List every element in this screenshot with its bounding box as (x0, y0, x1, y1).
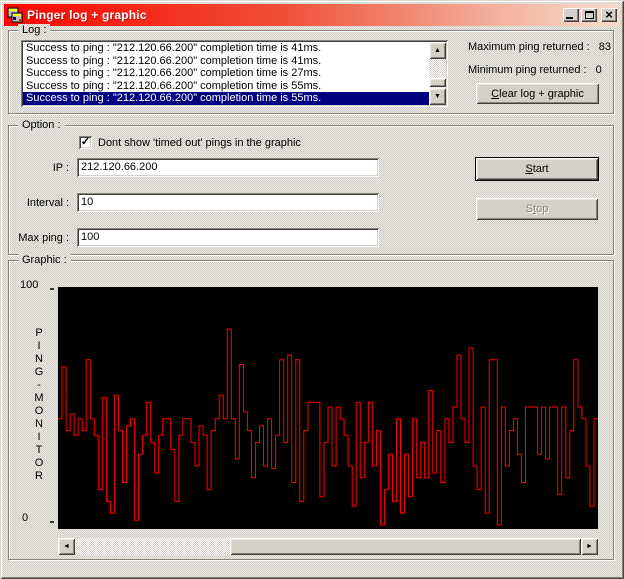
maximize-icon (584, 11, 594, 19)
vertical-label-char: - (37, 379, 41, 391)
log-entry[interactable]: Success to ping : "212.120.66.200" compl… (23, 55, 429, 68)
min-ping-value: 0 (595, 64, 602, 76)
y-axis-max-tick (50, 288, 54, 290)
vertical-label-char: I (37, 431, 41, 443)
log-vertical-scrollbar[interactable]: ▲ ▼ (429, 42, 446, 105)
y-axis-min-label: 0 (22, 512, 29, 524)
minimize-icon (566, 17, 573, 19)
scrollbar-thumb[interactable] (429, 78, 446, 87)
max-ping-row: Maximum ping returned : 83 (468, 41, 611, 53)
min-ping-row: Minimum ping returned : 0 (468, 64, 602, 76)
y-axis-min-tick (50, 521, 54, 523)
app-window: Pinger log + graphic × Log : Success to … (0, 0, 624, 579)
log-listbox[interactable]: Success to ping : "212.120.66.200" compl… (21, 40, 448, 107)
min-ping-label: Minimum ping returned : (468, 64, 587, 76)
stop-button: Stop (476, 198, 598, 220)
log-entry[interactable]: Success to ping : "212.120.66.200" compl… (23, 92, 429, 105)
interval-label: Interval : (26, 197, 69, 209)
vertical-label-char: T (35, 444, 43, 456)
vertical-label-char: G (34, 366, 44, 378)
vertical-label-char: N (35, 418, 43, 430)
log-list: Success to ping : "212.120.66.200" compl… (23, 42, 429, 105)
clear-log-button-label: Clear log + graphic (491, 87, 584, 100)
log-entry[interactable]: Success to ping : "212.120.66.200" compl… (23, 80, 429, 93)
interval-field[interactable]: 10 (77, 193, 379, 212)
log-entry[interactable]: Success to ping : "212.120.66.200" compl… (23, 67, 429, 80)
hide-timeouts-label: Dont show 'timed out' pings in the graph… (98, 137, 301, 149)
vertical-label-char: O (34, 405, 44, 417)
start-button-label: Start (525, 163, 549, 175)
chart-vertical-label: PING-MONITOR (31, 327, 47, 483)
log-group-label: Log : (18, 24, 51, 36)
window-title: Pinger log + graphic (27, 8, 147, 22)
hide-timeouts-checkbox[interactable]: ✓ (79, 136, 92, 149)
option-groupbox: Option : ✓ Dont show 'timed out' pings i… (8, 119, 614, 255)
arrow-right-icon: ► (586, 543, 593, 550)
graphic-group-label: Graphic : (18, 254, 71, 266)
close-icon: × (605, 7, 613, 22)
log-groupbox: Log : Success to ping : "212.120.66.200"… (8, 24, 614, 114)
graphic-groupbox: Graphic : 100 PING-MONITOR 0 ◄ ► (8, 254, 614, 560)
option-group-label: Option : (18, 119, 65, 131)
vertical-label-char: I (37, 340, 41, 352)
maximize-button[interactable] (581, 8, 597, 22)
ip-field[interactable]: 212.120.66.200 (77, 158, 379, 177)
max-ping-value: 83 (598, 41, 611, 53)
chart-horizontal-scrollbar[interactable]: ◄ ► (58, 538, 598, 555)
max-ping-field-label: Max ping : (18, 232, 69, 244)
minimize-button[interactable] (563, 8, 579, 22)
vertical-label-char: O (34, 457, 44, 469)
stop-button-label: Stop (525, 203, 549, 215)
check-icon: ✓ (80, 136, 91, 148)
log-entry[interactable]: Success to ping : "212.120.66.200" compl… (23, 42, 429, 55)
vertical-label-char: R (35, 470, 43, 482)
scroll-left-button[interactable]: ◄ (58, 538, 75, 555)
ip-label: IP : (52, 162, 69, 174)
vertical-label-char: P (35, 327, 43, 339)
scroll-right-button[interactable]: ► (581, 538, 598, 555)
arrow-up-icon: ▲ (434, 47, 441, 54)
max-ping-field[interactable]: 100 (77, 228, 379, 247)
ping-line (58, 328, 598, 526)
close-button[interactable]: × (601, 8, 617, 22)
clear-log-button[interactable]: Clear log + graphic (476, 83, 599, 104)
ping-chart (58, 287, 598, 529)
max-ping-label: Maximum ping returned : (468, 41, 590, 53)
y-axis-max-label: 100 (20, 279, 39, 291)
vertical-label-char: N (35, 353, 43, 365)
scroll-up-button[interactable]: ▲ (429, 42, 446, 59)
arrow-down-icon: ▼ (434, 93, 441, 100)
scroll-down-button[interactable]: ▼ (429, 88, 446, 105)
ping-chart-svg (58, 328, 598, 526)
app-icon (7, 7, 23, 23)
start-button[interactable]: Start (475, 157, 599, 181)
scrollbar-thumb[interactable] (230, 538, 581, 555)
arrow-left-icon: ◄ (63, 543, 70, 550)
titlebar[interactable]: Pinger log + graphic × (4, 4, 620, 26)
vertical-label-char: M (34, 392, 44, 404)
